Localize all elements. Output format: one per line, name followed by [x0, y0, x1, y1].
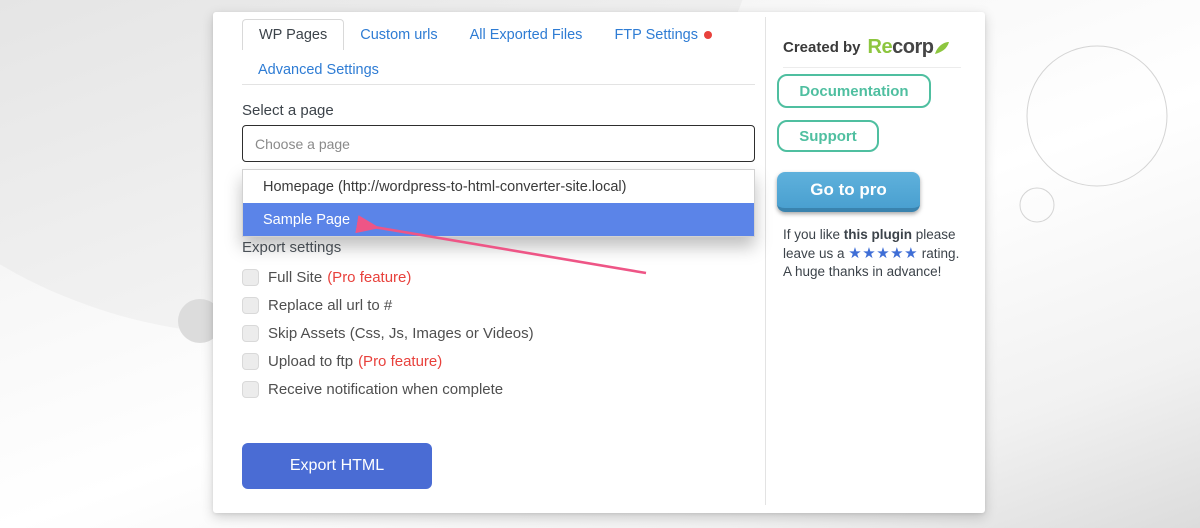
page-background: WP Pages Custom urls All Exported Files … — [0, 0, 1200, 528]
star-rating-icons: ★★★★★ — [848, 244, 919, 262]
recorp-logo-part1: Re — [867, 36, 893, 58]
tab-custom-urls-label: Custom urls — [360, 26, 438, 43]
replace-url-label: Replace all url to # — [268, 296, 393, 314]
rating-thanks-line: A huge thanks in advance! — [783, 264, 942, 279]
tab-custom-urls[interactable]: Custom urls — [344, 19, 453, 50]
decor-circle-outline-large — [1026, 45, 1168, 187]
upload-ftp-checkbox[interactable] — [242, 352, 259, 370]
tab-ftp-settings-label: FTP Settings — [614, 26, 698, 43]
tab-all-exported-files-label: All Exported Files — [469, 26, 583, 43]
sidebar-separator — [783, 67, 961, 68]
page-select-input[interactable] — [242, 125, 755, 162]
dropdown-option-homepage-label: Homepage (http://wordpress-to-html-conve… — [263, 178, 627, 195]
tab-wp-pages-label: WP Pages — [259, 27, 328, 43]
leaf-icon — [935, 41, 950, 54]
rating-text: If you like this plugin please leave us … — [783, 226, 965, 282]
rating-text-bold: this plugin — [843, 227, 913, 242]
upload-ftp-label: Upload to ftp — [268, 352, 354, 370]
dropdown-option-homepage[interactable]: Homepage (http://wordpress-to-html-conve… — [243, 170, 754, 203]
export-settings-heading: Export settings — [242, 239, 342, 256]
skip-assets-label: Skip Assets (Css, Js, Images or Videos) — [268, 324, 534, 342]
plugin-panel: WP Pages Custom urls All Exported Files … — [213, 12, 985, 513]
full-site-label: Full Site — [268, 268, 323, 286]
dropdown-option-sample-page-label: Sample Page — [263, 211, 351, 228]
notification-dot — [703, 30, 712, 39]
support-button[interactable]: Support — [777, 120, 879, 152]
page-dropdown: Homepage (http://wordpress-to-html-conve… — [242, 169, 755, 237]
upload-ftp-pro-note: (Pro feature) — [358, 352, 443, 370]
receive-notification-checkbox[interactable] — [242, 380, 259, 398]
tab-advanced-settings[interactable]: Advanced Settings — [242, 55, 395, 85]
recorp-logo: Re corp — [868, 36, 951, 59]
documentation-button[interactable]: Documentation — [777, 74, 931, 108]
receive-notification-label: Receive notification when complete — [268, 380, 504, 398]
export-option-full-site: Full Site (Pro feature) — [242, 263, 534, 291]
tab-bar-row2: Advanced Settings — [242, 55, 395, 85]
export-option-upload-ftp: Upload to ftp (Pro feature) — [242, 347, 534, 375]
tab-all-exported-files[interactable]: All Exported Files — [454, 19, 599, 50]
full-site-pro-note: (Pro feature) — [327, 268, 412, 286]
replace-url-checkbox[interactable] — [242, 296, 259, 314]
skip-assets-checkbox[interactable] — [242, 324, 259, 342]
export-option-replace-url: Replace all url to # — [242, 291, 534, 319]
tab-separator — [242, 84, 755, 85]
export-html-button[interactable]: Export HTML — [242, 443, 432, 489]
tab-ftp-settings[interactable]: FTP Settings — [598, 19, 728, 50]
export-option-skip-assets: Skip Assets (Css, Js, Images or Videos) — [242, 319, 534, 347]
rating-text-after-stars: rating. — [918, 245, 960, 261]
decor-circle-outline-small — [1019, 187, 1055, 223]
export-options-list: Full Site (Pro feature) Replace all url … — [242, 263, 534, 403]
recorp-logo-part2: corp — [892, 36, 934, 58]
rating-text-before-bold: If you like — [783, 227, 844, 242]
export-option-receive-notification: Receive notification when complete — [242, 375, 534, 403]
tab-wp-pages[interactable]: WP Pages — [242, 19, 345, 50]
select-page-label: Select a page — [242, 102, 334, 119]
tab-advanced-settings-label: Advanced Settings — [258, 62, 379, 78]
dropdown-option-sample-page[interactable]: Sample Page — [243, 203, 754, 236]
go-to-pro-button[interactable]: Go to pro — [777, 172, 920, 212]
full-site-checkbox[interactable] — [242, 268, 259, 286]
vertical-divider — [765, 17, 766, 505]
created-by-label: Created by — [783, 39, 861, 56]
created-by-row: Created by Re corp — [783, 36, 950, 59]
tab-bar: WP Pages Custom urls All Exported Files … — [242, 19, 728, 50]
